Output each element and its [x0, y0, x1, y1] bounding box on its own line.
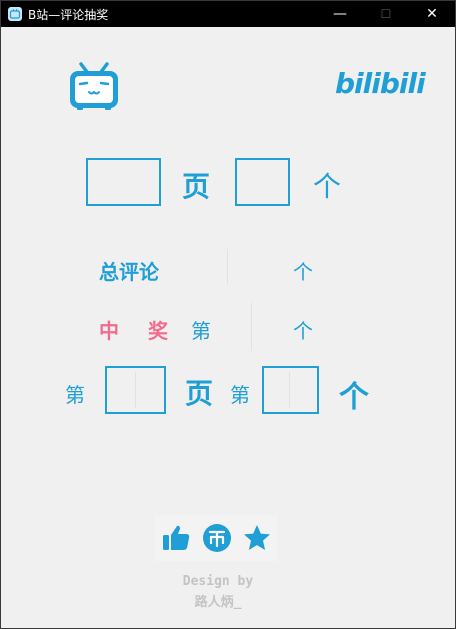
app-icon [8, 7, 22, 21]
close-icon: ✕ [426, 6, 438, 22]
thumbs-up-icon[interactable] [160, 522, 192, 554]
close-button[interactable]: ✕ [409, 1, 455, 27]
result-item-prefix: 第 [230, 383, 250, 407]
maximize-button[interactable]: ☐ [363, 1, 409, 27]
winner-divider [251, 303, 252, 351]
maximize-icon: ☐ [380, 7, 392, 21]
result-item-value [262, 366, 319, 414]
minimize-icon: — [333, 6, 347, 22]
result-page-label: 页 [185, 377, 214, 410]
result-item-label: 个 [339, 380, 369, 415]
minimize-button[interactable]: — [317, 1, 363, 27]
star-icon[interactable] [242, 523, 272, 553]
main-content: bilibili 页 个 总评论 个 中 奖 第 个 第 页 第 个 Desig… [1, 27, 455, 628]
page-input[interactable] [86, 158, 161, 206]
total-comments-unit: 个 [293, 260, 313, 284]
bilibili-logo: bilibili [335, 67, 426, 105]
winner-label-jiang: 奖 [148, 319, 168, 343]
bilibili-logo-text: bilibili [335, 67, 426, 100]
action-bar [155, 515, 277, 561]
app-window: B站—评论抽奖 — ☐ ✕ bilibili 页 个 总评论 个 中 奖 第 个… [0, 0, 456, 629]
title-bar[interactable]: B站—评论抽奖 — ☐ ✕ [1, 1, 455, 27]
result-page-inner-divider [135, 372, 136, 408]
total-comments-label: 总评论 [99, 260, 159, 284]
result-page-prefix: 第 [65, 383, 85, 407]
count-input[interactable] [235, 158, 290, 206]
credit-line-1: Design by [182, 574, 254, 589]
coin-icon[interactable] [202, 523, 232, 553]
winner-label-di: 第 [191, 319, 211, 343]
page-label: 页 [182, 170, 211, 203]
credit-line-2: 路人炳_ [194, 595, 242, 610]
count-label: 个 [313, 170, 342, 203]
result-item-inner-divider [289, 372, 290, 408]
winner-label-zhong: 中 [99, 319, 119, 343]
window-title: B站—评论抽奖 [28, 7, 109, 22]
total-comments-divider [227, 249, 228, 285]
bilibili-tv-icon [70, 62, 118, 110]
winner-unit: 个 [293, 319, 313, 343]
